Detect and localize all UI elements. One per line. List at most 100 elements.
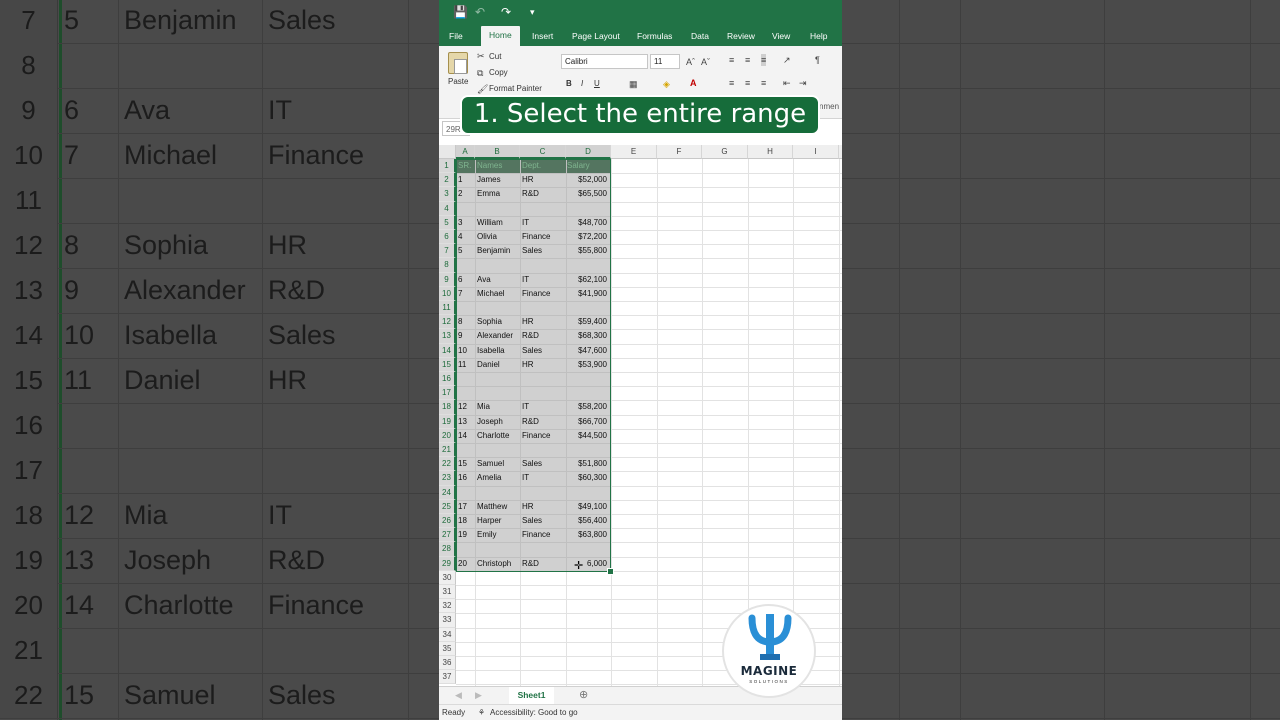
row-header[interactable]: 33 (439, 613, 456, 628)
cell-dept[interactable] (522, 258, 566, 272)
cell-name[interactable]: James (477, 173, 522, 187)
cell-salary[interactable]: $68,300 (567, 329, 607, 343)
tab-page-layout[interactable]: Page Layout (572, 27, 620, 46)
row-header[interactable]: 25 (439, 499, 456, 514)
cell-salary[interactable]: $47,600 (567, 344, 607, 358)
row-header[interactable]: 30 (439, 570, 456, 585)
cell-salary[interactable]: $59,400 (567, 315, 607, 329)
increase-font-icon[interactable]: Aˆ (686, 56, 695, 68)
row-header[interactable]: 7 (439, 244, 456, 259)
cell-salary[interactable]: $53,900 (567, 358, 607, 372)
cell-salary[interactable]: $51,800 (567, 457, 607, 471)
cell-dept[interactable] (522, 386, 566, 400)
scroll-right-icon[interactable]: ▶ (475, 689, 482, 701)
row-header[interactable]: 31 (439, 585, 456, 600)
cell-name[interactable]: Amelia (477, 471, 522, 485)
row-header[interactable]: 21 (439, 443, 456, 458)
row-header[interactable]: 24 (439, 485, 456, 500)
cell-salary[interactable]: $56,400 (567, 514, 607, 528)
row-header[interactable]: 36 (439, 656, 456, 671)
column-header-d[interactable]: D (566, 145, 611, 159)
row-header[interactable]: 26 (439, 514, 456, 529)
row-header[interactable]: 10 (439, 286, 456, 301)
cell-dept[interactable]: Sales (522, 244, 566, 258)
cell-name[interactable] (477, 372, 522, 386)
cell-salary[interactable] (567, 599, 607, 613)
header-cell-name[interactable]: Names (477, 159, 522, 173)
cell-salary[interactable] (567, 202, 607, 216)
column-header-h[interactable]: H (748, 145, 793, 159)
cell-dept[interactable] (522, 670, 566, 684)
cell-dept[interactable]: R&D (522, 329, 566, 343)
cell-salary[interactable]: $55,800 (567, 244, 607, 258)
cell-dept[interactable]: R&D (522, 415, 566, 429)
cell-dept[interactable] (522, 599, 566, 613)
cell-salary[interactable] (567, 542, 607, 556)
cell-salary[interactable]: $62,100 (567, 273, 607, 287)
row-header[interactable]: 34 (439, 627, 456, 642)
customize-qat-icon[interactable]: ▾ (530, 4, 535, 20)
accessibility-status[interactable]: Accessibility: Good to go (490, 705, 578, 720)
tab-file[interactable]: File (449, 27, 463, 46)
row-header[interactable]: 22 (439, 457, 456, 472)
decrease-font-icon[interactable]: Aˇ (701, 56, 710, 68)
cell-name[interactable] (477, 301, 522, 315)
cell-salary[interactable] (567, 628, 607, 642)
cell-name[interactable]: Ava (477, 273, 522, 287)
cell-salary[interactable] (567, 443, 607, 457)
row-header[interactable]: 11 (439, 301, 456, 316)
cell-name[interactable] (477, 656, 522, 670)
cell-salary[interactable] (567, 585, 607, 599)
row-header[interactable]: 35 (439, 641, 456, 656)
cell-dept[interactable] (522, 301, 566, 315)
cell-name[interactable]: Emma (477, 187, 522, 201)
underline-button[interactable]: U (594, 78, 600, 90)
align-middle-icon[interactable]: ≡ (745, 54, 750, 66)
cell-salary[interactable]: 6,000 (567, 557, 607, 571)
cell-dept[interactable]: Sales (522, 344, 566, 358)
cell-dept[interactable] (522, 542, 566, 556)
italic-button[interactable]: I (581, 78, 583, 90)
tab-insert[interactable]: Insert (532, 27, 553, 46)
save-icon[interactable]: 💾 (453, 4, 468, 20)
cell-salary[interactable]: $52,000 (567, 173, 607, 187)
orientation-icon[interactable]: ↗ (783, 54, 791, 66)
align-left-icon[interactable]: ≡ (729, 77, 734, 89)
cell-dept[interactable]: Finance (522, 429, 566, 443)
cell-name[interactable]: Isabella (477, 344, 522, 358)
cell-dept[interactable]: IT (522, 216, 566, 230)
bold-button[interactable]: B (566, 78, 572, 90)
cell-salary[interactable] (567, 301, 607, 315)
row-header[interactable]: 18 (439, 400, 456, 415)
cell-dept[interactable]: IT (522, 471, 566, 485)
row-header[interactable]: 19 (439, 414, 456, 429)
column-header-a[interactable]: A (456, 145, 475, 159)
cell-name[interactable]: Christoph (477, 557, 522, 571)
cell-name[interactable] (477, 486, 522, 500)
row-header[interactable]: 20 (439, 428, 456, 443)
cell-name[interactable] (477, 628, 522, 642)
cell-name[interactable] (477, 571, 522, 585)
cell-salary[interactable]: $60,300 (567, 471, 607, 485)
row-header[interactable]: 1 (439, 159, 456, 174)
cell-dept[interactable]: HR (522, 173, 566, 187)
tab-data[interactable]: Data (691, 27, 709, 46)
row-header[interactable]: 4 (439, 201, 456, 216)
cell-name[interactable]: Mia (477, 400, 522, 414)
row-header[interactable]: 37 (439, 670, 456, 685)
row-header[interactable]: 9 (439, 272, 456, 287)
cell-dept[interactable] (522, 202, 566, 216)
cell-salary[interactable]: $58,200 (567, 400, 607, 414)
row-header[interactable]: 17 (439, 386, 456, 401)
cell-dept[interactable] (522, 656, 566, 670)
cell-salary[interactable]: $44,500 (567, 429, 607, 443)
cell-salary[interactable]: $48,700 (567, 216, 607, 230)
font-size-select[interactable]: 11 (650, 54, 680, 69)
row-header[interactable]: 23 (439, 471, 456, 486)
text-direction-icon[interactable]: ¶ (815, 54, 820, 66)
cell-name[interactable] (477, 585, 522, 599)
cell-name[interactable] (477, 443, 522, 457)
cell-name[interactable]: Daniel (477, 358, 522, 372)
cell-name[interactable]: Benjamin (477, 244, 522, 258)
undo-icon[interactable]: ↶ (475, 4, 485, 20)
